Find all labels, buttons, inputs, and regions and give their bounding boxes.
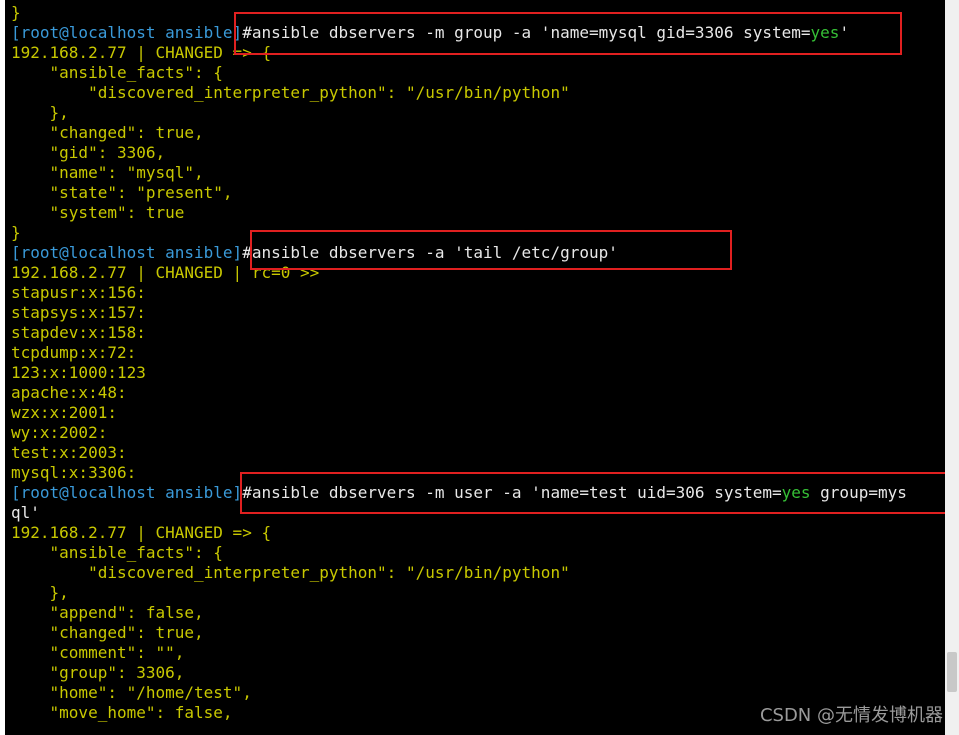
output-text: } <box>11 3 21 22</box>
output-text: stapdev:x:158: <box>11 323 146 342</box>
output-text: }, <box>11 103 69 122</box>
output-text: mysql:x:3306: <box>11 463 137 482</box>
output-line: "changed": true, <box>11 123 945 143</box>
output-text: apache:x:48: <box>11 383 127 402</box>
output-text: "discovered_interpreter_python": "/usr/b… <box>11 563 570 582</box>
output-text: "ansible_facts": { <box>11 63 223 82</box>
shell-prompt: [root@localhost ansible] <box>11 483 243 502</box>
watermark: CSDN @无情发博机器 <box>759 705 943 726</box>
output-line: "discovered_interpreter_python": "/usr/b… <box>11 83 945 103</box>
output-line: "home": "/home/test", <box>11 683 945 703</box>
output-text: "comment": "", <box>11 643 185 662</box>
output-text: stapsys:x:157: <box>11 303 146 322</box>
output-line: stapdev:x:158: <box>11 323 945 343</box>
output-text: "state": "present", <box>11 183 233 202</box>
output-text: } <box>11 223 21 242</box>
output-line: "state": "present", <box>11 183 945 203</box>
highlight-box-user-command <box>240 472 950 514</box>
output-text: "gid": 3306, <box>11 143 166 162</box>
output-line: }, <box>11 103 945 123</box>
shell-prompt: [root@localhost ansible] <box>11 243 243 262</box>
highlight-box-tail-command <box>250 230 732 270</box>
scrollbar-thumb[interactable] <box>947 652 957 692</box>
output-text: }, <box>11 583 69 602</box>
output-line: "system": true <box>11 203 945 223</box>
output-line: wzx:x:2001: <box>11 403 945 423</box>
terminal-output: } [root@localhost ansible]#ansible dbserv… <box>11 3 945 723</box>
output-line: "gid": 3306, <box>11 143 945 163</box>
output-text: "discovered_interpreter_python": "/usr/b… <box>11 83 570 102</box>
output-text: "append": false, <box>11 603 204 622</box>
highlight-box-group-command <box>234 12 902 55</box>
output-line: tcpdump:x:72: <box>11 343 945 363</box>
output-line: }, <box>11 583 945 603</box>
output-line: test:x:2003: <box>11 443 945 463</box>
output-line: "append": false, <box>11 603 945 623</box>
output-line: "ansible_facts": { <box>11 543 945 563</box>
output-text: 192.168.2.77 | CHANGED => { <box>11 523 272 542</box>
output-text: "name": "mysql", <box>11 163 204 182</box>
output-text: "ansible_facts": { <box>11 543 223 562</box>
output-text: "group": 3306, <box>11 663 185 682</box>
vertical-scrollbar[interactable] <box>945 0 959 735</box>
output-line: stapusr:x:156: <box>11 283 945 303</box>
output-text: "system": true <box>11 203 185 222</box>
output-text: stapusr:x:156: <box>11 283 146 302</box>
output-text: "home": "/home/test", <box>11 683 252 702</box>
output-line: apache:x:48: <box>11 383 945 403</box>
shell-prompt: [root@localhost ansible] <box>11 23 243 42</box>
output-text: 123:x:1000:123 <box>11 363 146 382</box>
output-text: "changed": true, <box>11 123 204 142</box>
output-line: "changed": true, <box>11 623 945 643</box>
output-text: 192.168.2.77 | CHANGED => { <box>11 43 272 62</box>
output-text: tcpdump:x:72: <box>11 343 137 362</box>
output-text: "move_home": false, <box>11 703 233 722</box>
output-text: test:x:2003: <box>11 443 127 462</box>
output-line: "name": "mysql", <box>11 163 945 183</box>
output-line: "discovered_interpreter_python": "/usr/b… <box>11 563 945 583</box>
output-line: wy:x:2002: <box>11 423 945 443</box>
output-line: 123:x:1000:123 <box>11 363 945 383</box>
output-line: "ansible_facts": { <box>11 63 945 83</box>
output-line: "comment": "", <box>11 643 945 663</box>
output-line: stapsys:x:157: <box>11 303 945 323</box>
output-text: "changed": true, <box>11 623 204 642</box>
output-line: 192.168.2.77 | CHANGED => { <box>11 523 945 543</box>
output-line: "group": 3306, <box>11 663 945 683</box>
terminal-window[interactable]: } [root@localhost ansible]#ansible dbserv… <box>5 0 945 735</box>
output-text: wzx:x:2001: <box>11 403 117 422</box>
output-text: ql' <box>11 503 40 522</box>
output-text: wy:x:2002: <box>11 423 108 442</box>
